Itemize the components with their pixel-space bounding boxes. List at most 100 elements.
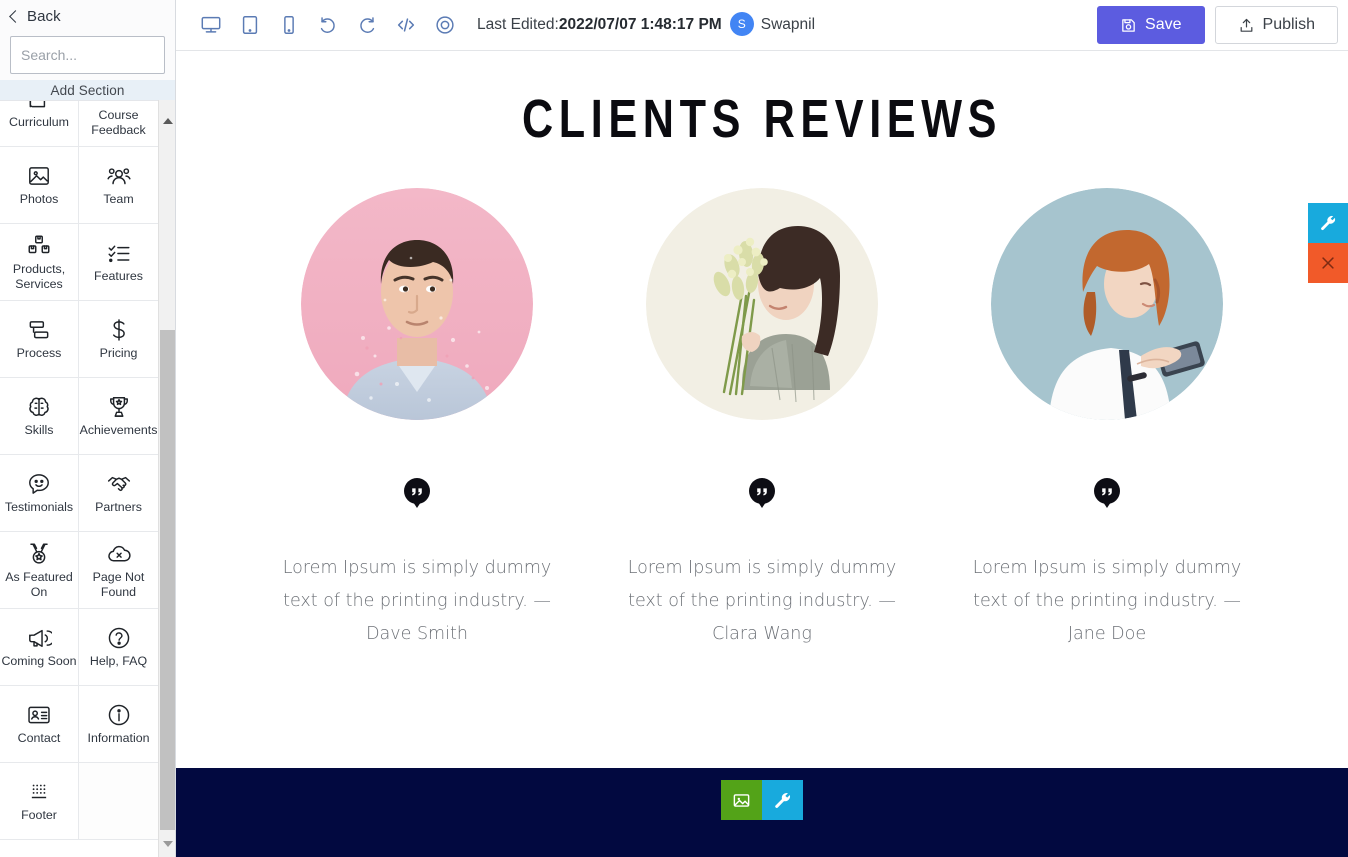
- section-toolbar: [721, 780, 803, 820]
- section-item-features[interactable]: Features: [79, 224, 158, 301]
- image-icon: [732, 791, 751, 810]
- section-settings-button[interactable]: [762, 780, 803, 820]
- caret-up-icon[interactable]: [159, 112, 176, 129]
- last-edited-value: 2022/07/07 1:48:17 PM: [558, 16, 722, 34]
- section-item-help-faq[interactable]: Help, FAQ: [79, 609, 158, 686]
- footer-dots-icon: [26, 779, 52, 805]
- brain-icon: [26, 394, 52, 420]
- section-item-label: Features: [94, 269, 143, 284]
- user-name: Swapnil: [760, 16, 816, 34]
- section-item-testimonials[interactable]: Testimonials: [0, 455, 79, 532]
- undo-icon[interactable]: [317, 14, 339, 36]
- people-icon: [106, 163, 132, 189]
- mobile-view-icon[interactable]: [278, 14, 300, 36]
- handshake-icon: [106, 471, 132, 497]
- megaphone-icon: [26, 625, 52, 651]
- dollar-icon: [106, 317, 132, 343]
- redo-icon[interactable]: [356, 14, 378, 36]
- publish-button-label: Publish: [1262, 16, 1315, 33]
- edit-section-button[interactable]: [1308, 203, 1348, 243]
- section-item-label: As Featured On: [5, 569, 73, 599]
- testimonial-photo: [646, 188, 878, 420]
- info-circle-icon: [106, 702, 132, 728]
- close-x-icon: [1319, 254, 1337, 272]
- checklist-icon: [106, 240, 132, 266]
- section-item-products-services[interactable]: Products, Services: [0, 224, 79, 301]
- section-item-label: Achievements: [79, 423, 158, 438]
- preview-eye-icon[interactable]: [434, 14, 456, 36]
- section-item-label: Help, FAQ: [89, 654, 148, 669]
- book-icon: [26, 101, 52, 112]
- section-item-contact[interactable]: Contact: [0, 686, 79, 763]
- section-item-footer[interactable]: Footer: [0, 763, 79, 840]
- section-grid-filler: [79, 763, 158, 840]
- section-item-label: Coming Soon: [1, 654, 77, 669]
- save-button-label: Save: [1145, 16, 1182, 33]
- quote-pin-icon: [749, 478, 775, 508]
- section-item-course-feedback[interactable]: Course Feedback: [79, 101, 158, 147]
- section-item-label: Partners: [95, 500, 142, 515]
- main-area: Last Edited:2022/07/07 1:48:17 PM S Swapni…: [176, 0, 1348, 857]
- delete-section-button[interactable]: [1308, 243, 1348, 283]
- testimonials-row: Lorem Ipsum is simply dummy text of the …: [176, 188, 1348, 651]
- cloud-x-icon: [106, 541, 132, 567]
- section-item-process[interactable]: Process: [0, 301, 79, 378]
- section-item-pricing[interactable]: Pricing: [79, 301, 158, 378]
- save-disk-icon: [1120, 17, 1137, 34]
- app-root: Back Add Section Curriculum Course Feedba…: [0, 0, 1348, 857]
- section-item-label: Photos: [19, 192, 59, 207]
- section-item-label: Pricing: [99, 346, 138, 361]
- sidebar-scrollbar-thumb[interactable]: [160, 330, 175, 830]
- add-section-label: Add Section: [50, 82, 125, 98]
- testimonial-card[interactable]: Lorem Ipsum is simply dummy text of the …: [283, 188, 551, 651]
- code-view-icon[interactable]: [395, 14, 417, 36]
- section-list-viewport: Curriculum Course Feedback Photos Team Produ…: [0, 100, 175, 857]
- section-item-partners[interactable]: Partners: [79, 455, 158, 532]
- testimonial-text: Lorem Ipsum is simply dummy text of the …: [972, 558, 1242, 644]
- tablet-view-icon[interactable]: [239, 14, 261, 36]
- last-edited-label: Last Edited:: [477, 16, 559, 34]
- smiley-chat-icon: [26, 471, 52, 497]
- wrench-icon: [1319, 214, 1337, 232]
- testimonial-card[interactable]: Lorem Ipsum is simply dummy text of the …: [973, 188, 1241, 651]
- section-item-label: Course Feedback: [91, 107, 146, 137]
- flowchart-icon: [26, 317, 52, 343]
- change-image-button[interactable]: [721, 780, 762, 820]
- sidebar: Back Add Section Curriculum Course Feedba…: [0, 0, 176, 857]
- section-item-curriculum[interactable]: Curriculum: [0, 101, 79, 147]
- section-item-label: Team: [103, 192, 134, 207]
- section-item-label: Products, Services: [12, 261, 66, 291]
- save-button[interactable]: Save: [1097, 6, 1205, 44]
- section-item-achievements[interactable]: Achievements: [79, 378, 158, 455]
- upload-icon: [1238, 17, 1255, 34]
- section-item-coming-soon[interactable]: Coming Soon: [0, 609, 79, 686]
- section-item-as-featured-on[interactable]: As Featured On: [0, 532, 79, 609]
- toolbar-actions: Save Publish: [1097, 6, 1338, 44]
- medal-icon: [26, 541, 52, 567]
- back-button[interactable]: Back: [0, 0, 175, 32]
- caret-down-icon[interactable]: [159, 835, 176, 852]
- section-item-team[interactable]: Team: [79, 147, 158, 224]
- publish-button[interactable]: Publish: [1214, 6, 1338, 44]
- last-edited-info: Last Edited:2022/07/07 1:48:17 PM S Swapni…: [477, 12, 816, 37]
- section-item-label: Curriculum: [9, 115, 69, 130]
- back-button-label: Back: [27, 7, 61, 25]
- desktop-view-icon[interactable]: [200, 14, 222, 36]
- view-mode-icons: [200, 14, 456, 36]
- section-item-photos[interactable]: Photos: [0, 147, 79, 224]
- section-item-page-not-found[interactable]: Page Not Found: [79, 532, 158, 609]
- question-circle-icon: [106, 625, 132, 651]
- testimonial-card[interactable]: Lorem Ipsum is simply dummy text of the …: [628, 188, 896, 651]
- section-side-toolbar: [1308, 203, 1348, 283]
- search-input[interactable]: [10, 36, 165, 74]
- editor-toolbar: Last Edited:2022/07/07 1:48:17 PM S Swapni…: [176, 0, 1348, 51]
- quote-pin-icon: [404, 478, 430, 508]
- page-title: CLIENTS REVIEWS: [521, 89, 1003, 149]
- testimonial-text: Lorem Ipsum is simply dummy text of the …: [282, 558, 552, 644]
- section-item-label: Skills: [24, 423, 54, 438]
- testimonial-text: Lorem Ipsum is simply dummy text of the …: [627, 558, 897, 644]
- sidebar-scrollbar[interactable]: [158, 100, 175, 857]
- section-item-information[interactable]: Information: [79, 686, 158, 763]
- testimonial-photo: [301, 188, 533, 420]
- section-item-skills[interactable]: Skills: [0, 378, 79, 455]
